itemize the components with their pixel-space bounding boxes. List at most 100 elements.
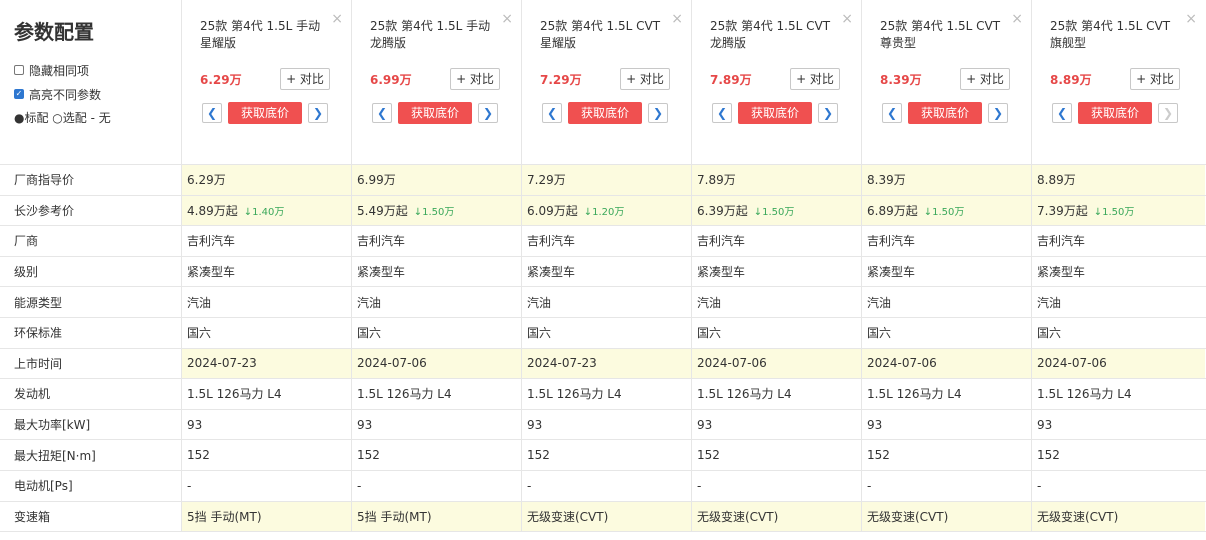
cell-value: 152 (527, 448, 550, 463)
hide-same-checkbox-icon[interactable] (14, 65, 24, 75)
cell-value: 8.89万 (1037, 173, 1076, 188)
cell-value: 汽油 (697, 295, 722, 310)
hide-same-label: 隐藏相同项 (29, 63, 90, 78)
table-cell: 93 (1032, 410, 1205, 440)
get-price-button[interactable]: 获取底价 (568, 102, 642, 124)
cell-value: 汽油 (527, 295, 552, 310)
compare-button[interactable]: + 对比 (280, 68, 330, 90)
highlight-diff-checkbox-icon[interactable]: ✓ (14, 89, 24, 99)
arrow-right-icon[interactable]: ❯ (648, 103, 668, 123)
cell-value: 152 (1037, 448, 1060, 463)
cell-value: 吉利汽车 (1037, 234, 1086, 249)
compare-button[interactable]: + 对比 (620, 68, 670, 90)
arrow-right-icon[interactable]: ❯ (308, 103, 328, 123)
cell-value: 1.5L 126马力 L4 (1037, 387, 1132, 402)
arrow-left-icon[interactable]: ❮ (202, 103, 222, 123)
cell-value: - (357, 478, 362, 493)
cell-value: 2024-07-06 (1037, 356, 1107, 371)
cell-value: 汽油 (867, 295, 892, 310)
row-label: 长沙参考价 (0, 195, 182, 226)
highlight-diff-option[interactable]: ✓ 高亮不同参数 (14, 82, 181, 106)
table-cell: 152 (522, 440, 692, 470)
compare-button[interactable]: + 对比 (1130, 68, 1180, 90)
table-cell: 国六 (1032, 318, 1205, 348)
cell-value: 吉利汽车 (867, 234, 916, 249)
cell-value: 紧凑型车 (187, 265, 236, 280)
close-icon[interactable]: × (331, 12, 343, 26)
table-cell: 国六 (522, 317, 692, 348)
price-row: 6.29万 + 对比 (200, 68, 330, 90)
cell-value: - (697, 478, 702, 493)
table-cell: 吉利汽车 (862, 226, 1032, 256)
table-cell: 2024-07-23 (182, 348, 352, 379)
cell-value: 93 (1037, 417, 1053, 432)
table-row: 环保标准 国六 国六 国六 国六 国六 国六 (0, 317, 1206, 349)
table-cell: 5挡 手动(MT) (182, 501, 352, 532)
arrow-right-icon[interactable]: ❯ (818, 103, 838, 123)
sidebar-panel: 参数配置 隐藏相同项 ✓ 高亮不同参数 ●标配 ○选配 - 无 (0, 0, 182, 164)
get-price-button[interactable]: 获取底价 (738, 102, 812, 124)
table-cell: 7.89万 (692, 165, 862, 195)
close-icon[interactable]: × (671, 12, 683, 26)
get-price-button[interactable]: 获取底价 (908, 102, 982, 124)
cell-value: 无级变速(CVT) (1037, 509, 1119, 524)
table-cell: 93 (352, 409, 522, 440)
get-price-button[interactable]: 获取底价 (1078, 102, 1152, 124)
arrow-left-icon[interactable]: ❮ (1052, 103, 1072, 123)
table-cell: 152 (182, 440, 352, 470)
cell-value: 国六 (357, 326, 382, 341)
table-cell: 7.39万起 ↓1.50万 (1032, 195, 1205, 226)
close-icon[interactable]: × (1011, 12, 1023, 26)
table-cell: 93 (182, 409, 352, 440)
table-cell: 吉利汽车 (182, 226, 352, 256)
table-cell: 汽油 (1032, 287, 1205, 317)
car-price: 6.29万 (200, 72, 242, 87)
table-cell: 无级变速(CVT) (1032, 501, 1205, 532)
compare-button[interactable]: + 对比 (450, 68, 500, 90)
close-icon[interactable]: × (501, 12, 513, 26)
cell-value: 93 (867, 417, 883, 432)
car-name: 25款 第4代 1.5L CVT尊贵型 (880, 19, 1001, 50)
arrow-left-icon[interactable]: ❮ (372, 103, 392, 123)
table-cell: 汽油 (522, 287, 692, 317)
car-name: 25款 第4代 1.5L 手动龙腾版 (370, 19, 491, 50)
arrow-left-icon[interactable]: ❮ (542, 103, 562, 123)
close-icon[interactable]: × (1185, 12, 1197, 26)
compare-button[interactable]: + 对比 (790, 68, 840, 90)
table-row: 级别 紧凑型车 紧凑型车 紧凑型车 紧凑型车 紧凑型车 紧凑型车 (0, 256, 1206, 288)
table-cell: 6.29万 (182, 165, 352, 195)
compare-button[interactable]: + 对比 (960, 68, 1010, 90)
price-row: 8.39万 + 对比 (880, 68, 1010, 90)
cell-value: 2024-07-06 (697, 356, 767, 371)
table-row: 厂商指导价 6.29万 6.99万 7.29万 7.89万 8.39万 8.89万 (0, 165, 1206, 196)
get-price-button[interactable]: 获取底价 (398, 102, 472, 124)
arrow-left-icon[interactable]: ❮ (882, 103, 902, 123)
arrow-right-icon[interactable]: ❯ (478, 103, 498, 123)
table-cell: 1.5L 126马力 L4 (522, 379, 692, 409)
price-drop: ↓1.40万 (243, 206, 285, 218)
cell-value: 吉利汽车 (187, 234, 236, 249)
arrow-right-icon[interactable]: ❯ (988, 103, 1008, 123)
car-column: × 25款 第4代 1.5L CVT尊贵型 8.39万 + 对比 ❮ 获取底价 ❯ (862, 0, 1032, 164)
table-cell: 国六 (182, 317, 352, 348)
close-icon[interactable]: × (841, 12, 853, 26)
car-name: 25款 第4代 1.5L 手动星耀版 (200, 19, 321, 50)
cell-value: 1.5L 126马力 L4 (187, 387, 282, 402)
arrow-left-icon[interactable]: ❮ (712, 103, 732, 123)
arrow-right-icon[interactable]: ❯ (1158, 103, 1178, 123)
row-label: 厂商指导价 (0, 165, 182, 195)
table-cell: 152 (352, 440, 522, 470)
get-price-button[interactable]: 获取底价 (228, 102, 302, 124)
cell-value: 1.5L 126马力 L4 (867, 387, 962, 402)
table-cell: 国六 (352, 317, 522, 348)
table-cell: 2024-07-06 (1032, 348, 1205, 379)
table-cell: 1.5L 126马力 L4 (862, 379, 1032, 409)
row-label: 厂商 (0, 226, 182, 256)
table-cell: 6.99万 (352, 165, 522, 195)
config-legend: ●标配 ○选配 - 无 (14, 111, 111, 125)
table-cell: - (522, 470, 692, 501)
table-row: 最大功率[kW] 93 93 93 93 93 93 (0, 409, 1206, 441)
cell-value: 紧凑型车 (357, 265, 406, 280)
cell-value: 93 (187, 417, 203, 432)
hide-same-option[interactable]: 隐藏相同项 (14, 58, 181, 82)
